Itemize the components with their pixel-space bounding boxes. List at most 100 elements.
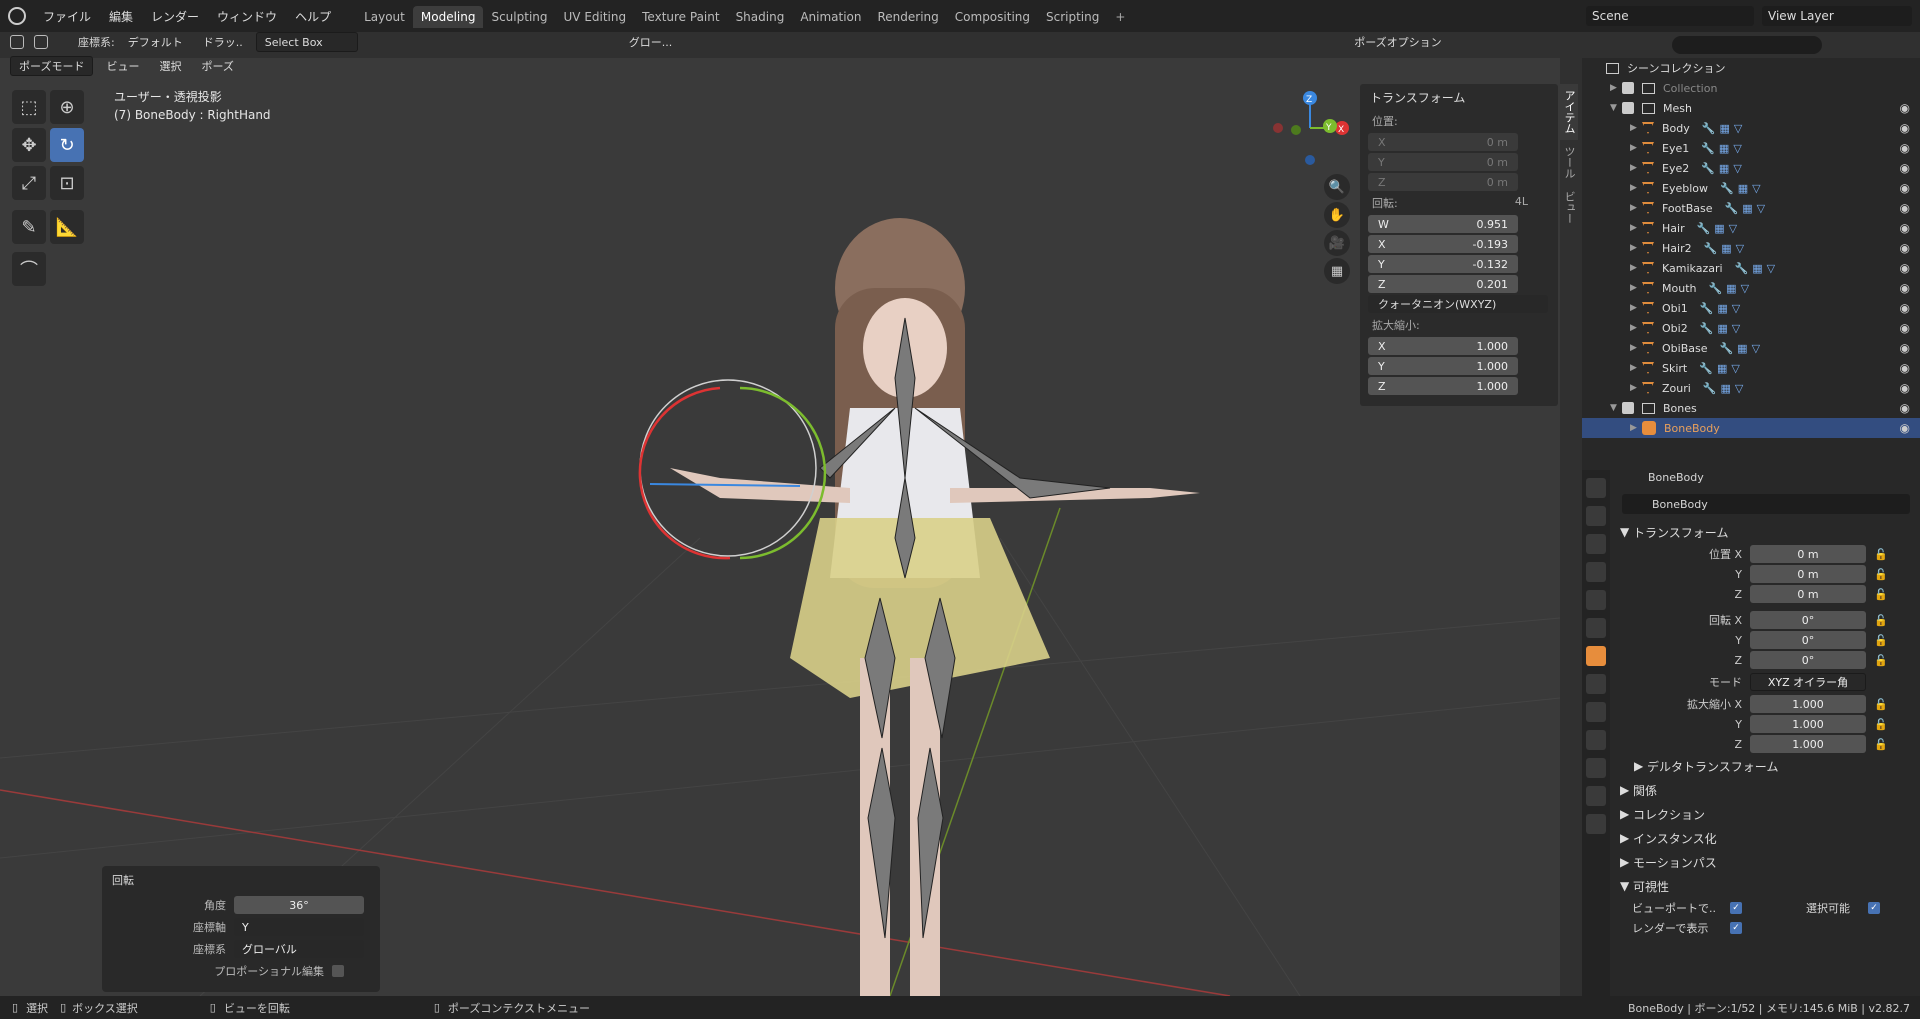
location-x-field[interactable]: X0 m — [1368, 133, 1518, 151]
object-name[interactable]: Eye1 — [1662, 142, 1689, 155]
object-name[interactable]: Zouri — [1662, 382, 1691, 395]
outliner-object-row[interactable]: ▶ FootBase 🔧▦▽ ◉ — [1582, 198, 1920, 218]
eye-icon[interactable]: ◉ — [1900, 141, 1910, 155]
eye-icon[interactable]: ◉ — [1900, 281, 1910, 295]
tab-uv-editing[interactable]: UV Editing — [556, 6, 635, 28]
outliner-object-row[interactable]: ▶ Hair 🔧▦▽ ◉ — [1582, 218, 1920, 238]
scene-selector[interactable]: Scene — [1586, 6, 1754, 26]
eye-icon[interactable]: ◉ — [1900, 161, 1910, 175]
outliner-object-row[interactable]: ▶ ObiBase 🔧▦▽ ◉ — [1582, 338, 1920, 358]
coord-dropdown[interactable]: デフォルト — [121, 32, 190, 52]
tab-item[interactable]: アイテム — [1560, 84, 1578, 140]
location-y-field[interactable]: Y0 m — [1368, 153, 1518, 171]
object-props-icon[interactable] — [1586, 646, 1606, 666]
eye-icon[interactable]: ◉ — [1900, 241, 1910, 255]
eye-icon[interactable]: ◉ — [1900, 261, 1910, 275]
pose-breakdown-icon[interactable]: ⌒ — [12, 252, 46, 286]
outliner-object-row[interactable]: ▶ Zouri 🔧▦▽ ◉ — [1582, 378, 1920, 398]
tab-shading[interactable]: Shading — [728, 6, 793, 28]
pose-options-dropdown[interactable]: ポーズオプション — [1347, 32, 1448, 52]
outliner-object-row[interactable]: ▶ Obi1 🔧▦▽ ◉ — [1582, 298, 1920, 318]
menu-help[interactable]: ヘルプ — [286, 4, 340, 29]
rotate-gizmo-y[interactable] — [739, 386, 827, 560]
collections-section[interactable]: ▶ コレクション — [1610, 802, 1920, 826]
move-icon[interactable]: ✥ — [12, 128, 46, 162]
bone-constraint-props-icon[interactable] — [1586, 786, 1606, 806]
world-props-icon[interactable] — [1586, 618, 1606, 638]
armature-props-icon[interactable] — [1586, 730, 1606, 750]
physics-props-icon[interactable] — [1586, 674, 1606, 694]
tab-view[interactable]: ビュー — [1560, 185, 1578, 230]
texture-props-icon[interactable] — [1586, 814, 1606, 834]
rotation-y-field[interactable]: Y -0.132 — [1368, 255, 1518, 273]
lock-icon[interactable]: 🔓 — [1874, 718, 1888, 731]
blender-logo-icon[interactable] — [8, 7, 26, 25]
annotate-icon[interactable]: ✎ — [12, 210, 46, 244]
relations-section[interactable]: ▶ 関係 — [1610, 778, 1920, 802]
scale-z-field[interactable]: Z 1.000 — [1368, 377, 1518, 395]
outliner-object-row[interactable]: ▶ Eye1 🔧▦▽ ◉ — [1582, 138, 1920, 158]
bone-props-icon[interactable] — [1586, 758, 1606, 778]
delta-transform-section[interactable]: ▶ デルタトランスフォーム — [1610, 754, 1920, 778]
mesh-collection-checkbox[interactable] — [1622, 102, 1634, 114]
lock-icon[interactable]: 🔓 — [1874, 634, 1888, 647]
tab-texture-paint[interactable]: Texture Paint — [634, 6, 727, 28]
menu-render[interactable]: レンダー — [142, 4, 208, 29]
motion-paths-section[interactable]: ▶ モーションパス — [1610, 850, 1920, 874]
add-workspace-icon[interactable]: + — [1107, 6, 1133, 28]
tab-sculpting[interactable]: Sculpting — [483, 6, 555, 28]
vis-viewport-checkbox[interactable]: ✓ — [1730, 902, 1742, 914]
rotation-mode-dropdown[interactable]: クォータニオン(WXYZ) — [1368, 295, 1548, 313]
eye-icon[interactable]: ◉ — [1900, 321, 1910, 335]
object-name[interactable]: Eyeblow — [1662, 182, 1708, 195]
eye-icon[interactable]: ◉ — [1900, 221, 1910, 235]
view-layer-selector[interactable]: View Layer — [1762, 6, 1912, 26]
angle-field[interactable]: 36° — [234, 896, 364, 914]
outliner-search-input[interactable] — [1672, 36, 1822, 54]
tab-modeling[interactable]: Modeling — [412, 6, 484, 28]
outliner-object-row[interactable]: ▶ Eye2 🔧▦▽ ◉ — [1582, 158, 1920, 178]
select-box-icon[interactable]: ⬚ — [12, 90, 46, 124]
tab-rendering[interactable]: Rendering — [870, 6, 947, 28]
scale-y-field[interactable]: Y 1.000 — [1368, 357, 1518, 375]
cursor-icon[interactable]: ⊕ — [50, 90, 84, 124]
lock-icon[interactable]: 🔓 — [1874, 548, 1888, 561]
object-name[interactable]: Hair2 — [1662, 242, 1692, 255]
output-props-icon[interactable] — [1586, 534, 1606, 554]
tool-icon[interactable] — [10, 35, 24, 49]
lock-icon[interactable]: 🔓 — [1874, 738, 1888, 751]
object-name[interactable]: Obi1 — [1662, 302, 1688, 315]
view-menu[interactable]: ビュー — [99, 56, 146, 76]
rotation-x-field[interactable]: X -0.193 — [1368, 235, 1518, 253]
pose-menu[interactable]: ポーズ — [194, 56, 240, 76]
eye-icon[interactable]: ◉ — [1900, 181, 1910, 195]
zoom-icon[interactable]: 🔍 — [1324, 174, 1350, 200]
scale-x-field[interactable]: X 1.000 — [1368, 337, 1518, 355]
3d-viewport[interactable] — [0, 58, 1560, 996]
outliner-object-row[interactable]: ▶ Eyeblow 🔧▦▽ ◉ — [1582, 178, 1920, 198]
scene-props-icon[interactable] — [1586, 590, 1606, 610]
object-name[interactable]: ObiBase — [1662, 342, 1707, 355]
outliner-object-row[interactable]: ▶ Skirt 🔧▦▽ ◉ — [1582, 358, 1920, 378]
transform-icon[interactable]: ⊡ — [50, 166, 84, 200]
prop-rot-y[interactable]: 0° — [1750, 631, 1866, 649]
prop-scale-z[interactable]: 1.000 — [1750, 735, 1866, 753]
operator-title[interactable]: 回転 — [102, 866, 380, 894]
lock-icon[interactable]: 🔓 — [1874, 614, 1888, 627]
lock-icon[interactable]: 🔓 — [1874, 568, 1888, 581]
render-props-icon[interactable] — [1586, 506, 1606, 526]
bones-label[interactable]: Bones — [1663, 402, 1697, 415]
character-model[interactable] — [670, 218, 1200, 996]
lock-icon[interactable]: 🔓 — [1874, 654, 1888, 667]
prop-rot-z[interactable]: 0° — [1750, 651, 1866, 669]
eye-icon[interactable]: ◉ — [1900, 121, 1910, 135]
axis-dropdown[interactable]: Y — [234, 918, 364, 936]
select-menu[interactable]: 選択 — [152, 56, 188, 76]
bones-checkbox[interactable] — [1622, 402, 1634, 414]
eye-icon[interactable]: ◉ — [1900, 201, 1910, 215]
object-name[interactable]: Mouth — [1662, 282, 1696, 295]
prop-scale-x[interactable]: 1.000 — [1750, 695, 1866, 713]
mesh-collection-label[interactable]: Mesh — [1663, 102, 1692, 115]
object-name[interactable]: FootBase — [1662, 202, 1713, 215]
eye-icon[interactable]: ◉ — [1900, 101, 1910, 115]
